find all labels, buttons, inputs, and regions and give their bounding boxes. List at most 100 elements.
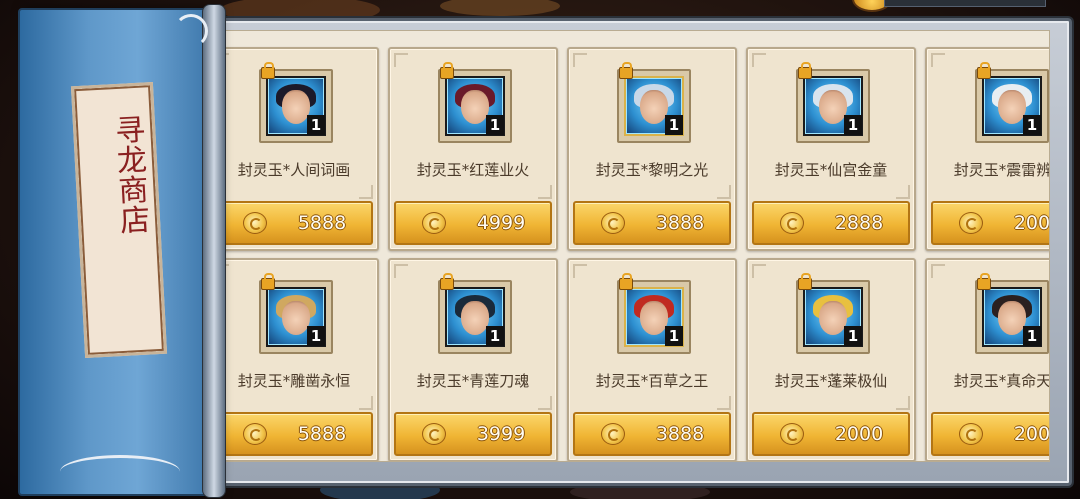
item-avatar-icon: 1 — [624, 287, 684, 347]
coin-icon — [780, 212, 804, 234]
item-avatar-icon: 1 — [445, 76, 505, 136]
item-name: 封灵玉*人间词画 — [237, 161, 351, 179]
coin-icon — [959, 212, 983, 234]
coin-icon — [601, 423, 625, 445]
lock-icon — [798, 273, 812, 290]
item-icon-frame[interactable]: 1 — [259, 62, 333, 143]
item-price: 3888 — [655, 423, 705, 445]
buy-button[interactable]: 2000 — [752, 412, 910, 456]
avatar-face — [640, 90, 668, 124]
item-quantity: 1 — [307, 326, 325, 346]
item-name: 封灵玉*青莲刀魂 — [416, 372, 530, 390]
lock-icon — [619, 62, 633, 79]
item-name: 封灵玉*雕凿永恒 — [237, 372, 351, 390]
item-icon-frame[interactable]: 1 — [796, 62, 870, 143]
avatar-face — [819, 301, 847, 335]
item-avatar-icon: 1 — [803, 76, 863, 136]
item-icon-frame[interactable]: 1 — [796, 273, 870, 354]
coin-icon — [422, 423, 446, 445]
item-quantity: 1 — [307, 115, 325, 135]
corner-ornament — [931, 53, 945, 67]
buy-button[interactable]: 2888 — [752, 201, 910, 245]
lock-icon — [261, 62, 275, 79]
lock-icon — [440, 273, 454, 290]
shop-item-card[interactable]: 1 封灵玉*真命天子 2000 — [925, 258, 1049, 461]
item-icon-frame[interactable]: 1 — [438, 62, 512, 143]
lock-icon — [440, 62, 454, 79]
shop-item-card[interactable]: 1 封灵玉*仙宫金童 2888 — [746, 47, 916, 251]
corner-ornament — [896, 396, 910, 410]
item-icon-frame[interactable]: 1 — [259, 273, 333, 354]
corner-ornament — [394, 264, 408, 278]
corner-ornament — [359, 396, 373, 410]
coin-icon — [780, 423, 804, 445]
item-avatar-icon: 1 — [266, 287, 326, 347]
item-icon-frame[interactable]: 1 — [975, 62, 1049, 143]
item-name: 封灵玉*蓬莱极仙 — [774, 372, 888, 390]
buy-button[interactable]: 4999 — [394, 201, 552, 245]
corner-ornament — [573, 264, 587, 278]
shop-item-card[interactable]: 1 封灵玉*黎明之光 3888 — [567, 47, 737, 251]
avatar-face — [461, 90, 489, 124]
buy-button[interactable]: 3888 — [573, 412, 731, 456]
coin-icon — [601, 212, 625, 234]
corner-ornament — [717, 396, 731, 410]
item-price: 2000 — [1013, 212, 1050, 234]
avatar-face — [461, 301, 489, 335]
avatar-face — [282, 90, 310, 124]
item-price: 4999 — [476, 212, 526, 234]
item-icon-frame[interactable]: 1 — [617, 62, 691, 143]
buy-button[interactable]: 5888 — [215, 412, 373, 456]
coin-icon — [243, 423, 267, 445]
shop-item-card[interactable]: 1 封灵玉*雕凿永恒 5888 — [209, 258, 379, 461]
item-avatar-icon: 1 — [445, 287, 505, 347]
item-icon-frame[interactable]: 1 — [438, 273, 512, 354]
corner-ornament — [538, 185, 552, 199]
shop-item-card[interactable]: 1 封灵玉*人间词画 5888 — [209, 47, 379, 251]
shop-item-card[interactable]: 1 封灵玉*红莲业火 4999 — [388, 47, 558, 251]
buy-button[interactable]: 2000 — [931, 412, 1049, 456]
item-quantity: 1 — [1023, 115, 1041, 135]
currency-bar — [884, 0, 1046, 7]
lock-icon — [977, 273, 991, 290]
corner-ornament — [538, 396, 552, 410]
corner-ornament — [717, 185, 731, 199]
shop-item-card[interactable]: 1 封灵玉*震雷辨音 2000 — [925, 47, 1050, 251]
item-quantity: 1 — [486, 115, 504, 135]
item-price: 3999 — [476, 423, 526, 445]
shop-item-card[interactable]: 1 封灵玉*百草之王 3888 — [567, 258, 737, 461]
shop-item-card[interactable]: 1 封灵玉*蓬莱极仙 2000 — [746, 258, 916, 461]
item-icon-frame[interactable]: 1 — [617, 273, 691, 354]
corner-ornament — [931, 264, 945, 278]
item-quantity: 1 — [844, 326, 862, 346]
item-name: 封灵玉*震雷辨音 — [953, 161, 1050, 179]
item-quantity: 1 — [1023, 326, 1041, 346]
item-quantity: 1 — [844, 115, 862, 135]
item-avatar-icon: 1 — [266, 76, 326, 136]
item-price: 2888 — [834, 212, 884, 234]
shop-title: 寻龙商店 — [108, 113, 150, 236]
buy-button[interactable]: 2000 — [931, 201, 1050, 245]
item-quantity: 1 — [486, 326, 504, 346]
buy-button[interactable]: 5888 — [215, 201, 373, 245]
item-price: 5888 — [297, 212, 347, 234]
shop-item-card[interactable]: 1 封灵玉*青莲刀魂 3999 — [388, 258, 558, 461]
lock-icon — [798, 62, 812, 79]
avatar-face — [819, 90, 847, 124]
coin-icon — [243, 212, 267, 234]
cloud-ornament-icon — [60, 455, 180, 488]
corner-ornament — [573, 53, 587, 67]
item-name: 封灵玉*仙宫金童 — [774, 161, 888, 179]
avatar-face — [282, 301, 310, 335]
corner-ornament — [752, 53, 766, 67]
item-avatar-icon: 1 — [982, 287, 1042, 347]
corner-ornament — [752, 264, 766, 278]
lock-icon — [261, 273, 275, 290]
shop-item-grid: 1 封灵玉*人间词画 5888 1 封灵玉*红莲业火 4999 1 封灵玉*黎明… — [180, 30, 1050, 462]
buy-button[interactable]: 3888 — [573, 201, 731, 245]
coin-icon — [422, 212, 446, 234]
lock-icon — [977, 62, 991, 79]
avatar-face — [998, 301, 1026, 335]
item-icon-frame[interactable]: 1 — [975, 273, 1049, 354]
buy-button[interactable]: 3999 — [394, 412, 552, 456]
